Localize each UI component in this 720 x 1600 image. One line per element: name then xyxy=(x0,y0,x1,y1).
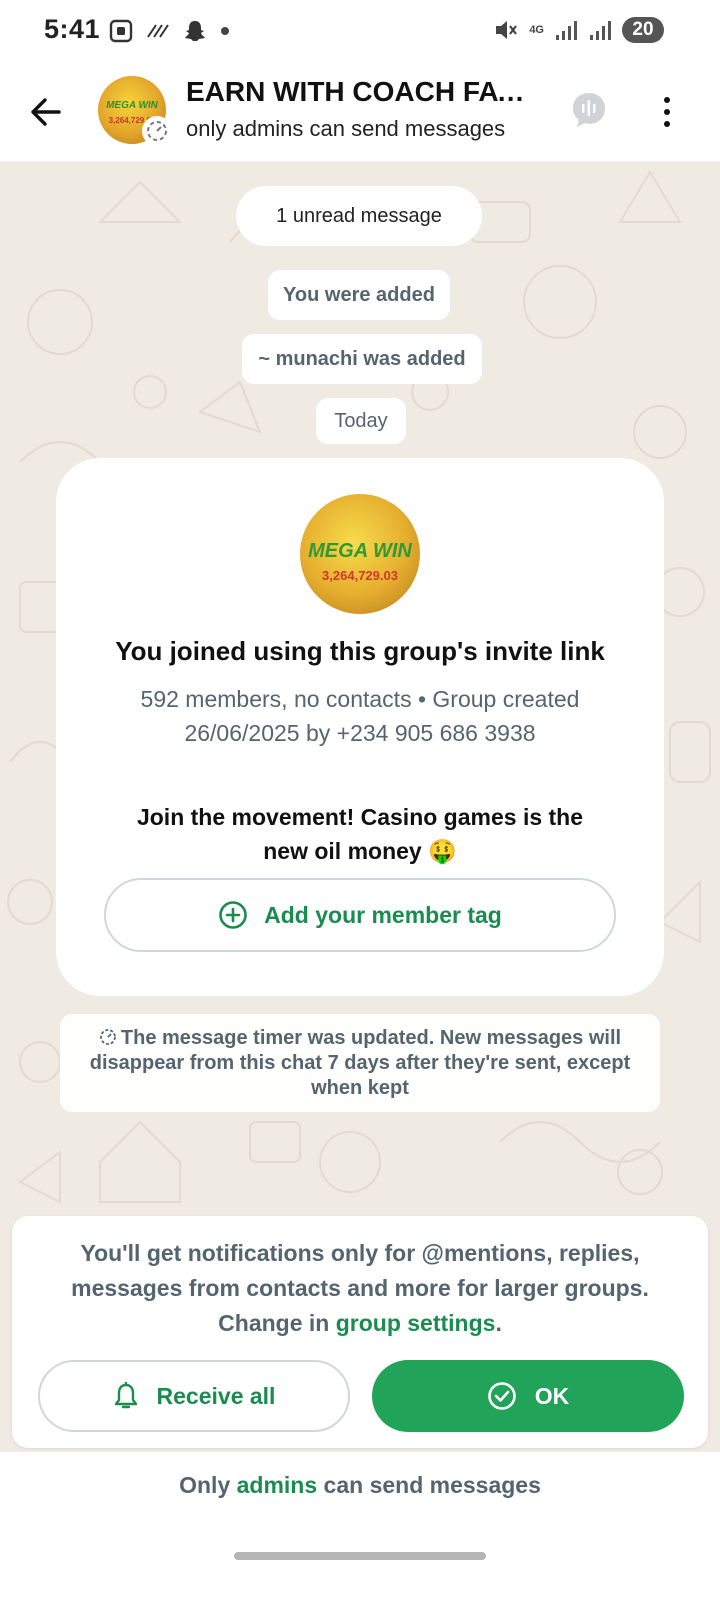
group-name[interactable]: EARN WITH COACH FAVE... xyxy=(186,76,536,108)
timer-badge xyxy=(142,116,172,146)
avatar-mega-text: MEGA WIN xyxy=(106,100,158,111)
system-message: ~ munachi was added xyxy=(242,334,482,384)
receive-all-label: Receive all xyxy=(156,1382,276,1409)
ok-label: OK xyxy=(534,1382,570,1409)
timer-note-text: The message timer was updated. New messa… xyxy=(89,1027,631,1099)
chat-area[interactable]: 1 unread message You were added ~ munach… xyxy=(0,162,720,1452)
status-left-icons xyxy=(108,18,230,44)
check-circle-icon xyxy=(487,1382,516,1410)
add-circle-icon xyxy=(219,901,247,929)
card-title: You joined using this group's invite lin… xyxy=(115,636,605,666)
date-divider: Today xyxy=(316,398,406,444)
chat-header: MEGA WIN 3,264,729.03 EARN WITH COACH FA… xyxy=(0,62,720,162)
more-vert-icon xyxy=(664,97,670,103)
group-description: Join the movement! Casino games is the n… xyxy=(136,804,584,864)
status-right-icons: 4G 20 xyxy=(493,17,664,43)
system-message: You were added xyxy=(268,270,450,320)
card-avatar-mega-text: MEGA WIN xyxy=(308,540,412,562)
voice-chat-icon xyxy=(573,93,605,127)
receive-all-button[interactable]: Receive all xyxy=(38,1360,350,1432)
timer-icon xyxy=(147,121,167,141)
voice-chat-button[interactable] xyxy=(570,90,608,135)
status-time: 5:41 xyxy=(44,14,101,44)
back-arrow-icon xyxy=(31,98,61,126)
group-avatar[interactable]: MEGA WIN 3,264,729.03 xyxy=(98,76,172,146)
only-admins-note: Only admins can send messages xyxy=(0,1472,720,1499)
battery-indicator: 20 xyxy=(622,17,664,43)
data-activity-icon xyxy=(147,24,169,38)
group-settings-link[interactable]: group settings xyxy=(336,1310,496,1336)
network-type: 4G xyxy=(529,24,544,36)
notification-text-end: . xyxy=(495,1310,502,1336)
ok-button[interactable]: OK xyxy=(372,1360,684,1432)
timer-icon xyxy=(99,1029,116,1045)
group-subtitle: only admins can send messages xyxy=(186,116,506,141)
mute-icon xyxy=(496,21,518,39)
notification-settings-sheet: You'll get notifications only for @menti… xyxy=(12,1216,708,1448)
more-options-button[interactable] xyxy=(652,90,682,134)
bell-icon xyxy=(114,1381,137,1409)
footer-text-start: Only xyxy=(179,1472,237,1498)
screenshot-icon xyxy=(109,19,133,43)
card-group-avatar[interactable]: MEGA WIN 3,264,729.03 xyxy=(300,494,420,614)
admins-link[interactable]: admins xyxy=(237,1472,318,1498)
footer-bar: Only admins can send messages xyxy=(0,1452,720,1600)
add-member-tag-button[interactable]: Add your member tag xyxy=(104,878,616,952)
snapchat-icon xyxy=(185,21,205,41)
group-info-card: MEGA WIN 3,264,729.03 You joined using t… xyxy=(56,458,664,996)
signal-icon xyxy=(556,21,577,40)
notification-text: You'll get notifications only for @menti… xyxy=(48,1236,672,1341)
unread-messages-divider: 1 unread message xyxy=(236,186,482,246)
timer-updated-note: The message timer was updated. New messa… xyxy=(60,1014,660,1112)
home-indicator[interactable] xyxy=(234,1552,486,1560)
add-member-tag-label: Add your member tag xyxy=(264,901,502,928)
card-meta: 592 members, no contacts • Group created… xyxy=(140,686,580,746)
status-bar: 5:41 4G 20 xyxy=(0,0,720,62)
card-avatar-amount-text: 3,264,729.03 xyxy=(322,568,398,583)
signal-2-icon xyxy=(590,21,611,40)
notification-dot-icon xyxy=(221,27,229,35)
back-button[interactable] xyxy=(26,92,66,132)
footer-text-end: can send messages xyxy=(317,1472,541,1498)
